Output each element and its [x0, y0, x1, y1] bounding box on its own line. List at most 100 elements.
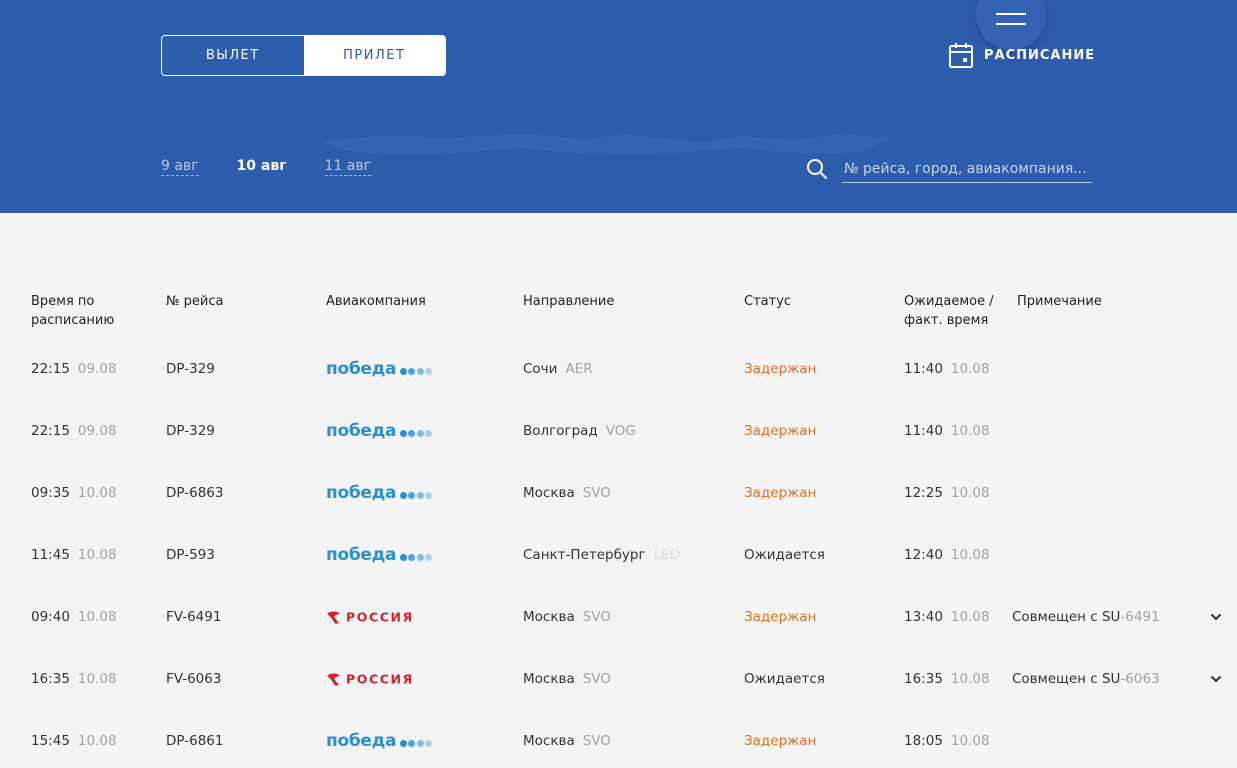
direction-code: SVO: [582, 733, 611, 749]
column-header-time-line2: расписанию: [31, 313, 115, 328]
expected-date: 10.08: [950, 547, 990, 563]
pobeda-dot: [408, 491, 416, 499]
expected-time: 16:35 10.08: [904, 671, 990, 687]
expected-time-value: 11:40: [904, 423, 943, 439]
rossiya-wing-icon: [327, 611, 340, 623]
expected-time-value: 12:40: [904, 547, 943, 563]
note-code: -6491: [1120, 609, 1160, 625]
chevron-down-icon[interactable]: [1208, 671, 1224, 687]
expected-date: 10.08: [950, 361, 990, 377]
pobeda-dot: [425, 739, 433, 747]
chevron-down-icon[interactable]: [1208, 609, 1224, 625]
direction-city: Санкт-Петербург: [523, 547, 646, 563]
table-row[interactable]: 09:40 10.08 FV-6491 РОССИЯ Москва SVO Задержан…: [0, 586, 1237, 648]
note: Совмещен с SU-6063: [1012, 671, 1160, 687]
table-row[interactable]: 22:15 09.08 DP-329 победа Сочи AER Задержан 11:…: [0, 338, 1237, 400]
direction: Москва SVO: [523, 671, 611, 687]
expected-time-value: 18:05: [904, 733, 943, 749]
airline-logo-rossiya: РОССИЯ: [326, 610, 414, 625]
pobeda-dot: [416, 491, 424, 499]
scheduled-date: 10.08: [77, 609, 117, 625]
column-header-status: Статус: [744, 294, 792, 309]
airline-logo-pobeda: победа: [326, 545, 433, 565]
pobeda-dot: [408, 367, 416, 375]
date-prev[interactable]: 9 авг: [161, 158, 199, 176]
pobeda-dot: [425, 367, 433, 375]
tab-arrival[interactable]: ПРИЛЕТ: [303, 36, 445, 75]
direction: Волгоград VOG: [523, 423, 636, 439]
date-current[interactable]: 10 авг: [237, 158, 287, 175]
status-text: Ожидается: [744, 547, 825, 563]
pobeda-dot: [408, 553, 416, 561]
pobeda-dot: [408, 739, 416, 747]
search-input[interactable]: [842, 155, 1092, 183]
flight-number: FV-6491: [166, 609, 222, 625]
rossiya-logo-text: РОССИЯ: [346, 671, 414, 687]
column-header-airline: Авиакомпания: [326, 294, 426, 309]
scheduled-time-value: 22:15: [31, 423, 70, 439]
schedule-link[interactable]: РАСПИСАНИЕ: [948, 41, 1095, 69]
note: Совмещен с SU-6491: [1012, 609, 1160, 625]
scheduled-time-value: 22:15: [31, 361, 70, 377]
column-header-direction: Направление: [523, 294, 615, 309]
scheduled-date: 10.08: [77, 671, 117, 687]
expected-date: 10.08: [950, 485, 990, 501]
direction-code: SVO: [582, 485, 611, 501]
pobeda-dots: [398, 491, 433, 499]
pobeda-dots: [398, 553, 433, 561]
flight-number: DP-329: [166, 423, 215, 439]
scheduled-date: 09.08: [77, 361, 117, 377]
date-selector: 9 авг 10 авг 11 авг: [161, 158, 371, 176]
direction: Москва SVO: [523, 733, 611, 749]
direction: Санкт-Петербург LED: [523, 547, 680, 563]
pobeda-dot: [399, 367, 407, 375]
airline-logo-pobeda: победа: [326, 421, 433, 441]
column-header-expected-line2: факт. время: [904, 313, 989, 328]
expected-time-value: 11:40: [904, 361, 943, 377]
expected-time: 12:40 10.08: [904, 547, 990, 563]
column-header-time: Время по расписанию: [31, 292, 114, 330]
scheduled-date: 10.08: [77, 485, 117, 501]
flight-number: DP-6861: [166, 733, 224, 749]
expected-time-value: 12:25: [904, 485, 943, 501]
direction-code: SVO: [582, 671, 611, 687]
pobeda-dot: [416, 739, 424, 747]
expected-date: 10.08: [950, 609, 990, 625]
status-text: Задержан: [744, 361, 817, 377]
hamburger-icon: [996, 13, 1026, 15]
pobeda-dots: [398, 367, 433, 375]
scheduled-date: 10.08: [77, 733, 117, 749]
rossiya-logo-text: РОССИЯ: [346, 609, 414, 625]
date-next[interactable]: 11 авг: [324, 158, 371, 176]
expected-time: 13:40 10.08: [904, 609, 990, 625]
pobeda-dots: [398, 429, 433, 437]
scheduled-time-value: 11:45: [31, 547, 70, 563]
table-row[interactable]: 11:45 10.08 DP-593 победа Санкт-Петербург LED…: [0, 524, 1237, 586]
schedule-label: РАСПИСАНИЕ: [984, 47, 1096, 63]
search-icon[interactable]: [806, 158, 828, 180]
scheduled-time: 22:15 09.08: [31, 361, 117, 377]
scheduled-time: 22:15 09.08: [31, 423, 117, 439]
status-text: Задержан: [744, 609, 817, 625]
expected-time: 18:05 10.08: [904, 733, 990, 749]
header-watermark: [322, 134, 890, 155]
scheduled-time: 09:40 10.08: [31, 609, 117, 625]
direction-city: Москва: [523, 671, 575, 687]
table-row[interactable]: 15:45 10.08 DP-6861 победа Москва SVO Задержан…: [0, 710, 1237, 768]
pobeda-dot: [425, 429, 433, 437]
expected-date: 10.08: [950, 733, 990, 749]
column-header-note: Примечание: [1017, 294, 1102, 309]
expected-date: 10.08: [950, 423, 990, 439]
table-row[interactable]: 16:35 10.08 FV-6063 РОССИЯ Москва SVO Ожидаетс…: [0, 648, 1237, 710]
scheduled-date: 10.08: [77, 547, 117, 563]
pobeda-dot: [399, 553, 407, 561]
table-row[interactable]: 22:15 09.08 DP-329 победа Волгоград VOG Задерж…: [0, 400, 1237, 462]
note-prefix: Совмещен с SU: [1012, 671, 1121, 687]
pobeda-dot: [399, 739, 407, 747]
tab-departure[interactable]: ВЫЛЕТ: [162, 36, 304, 75]
table-row[interactable]: 09:35 10.08 DP-6863 победа Москва SVO Задержан…: [0, 462, 1237, 524]
rossiya-wing-icon: [327, 673, 340, 685]
pobeda-dot: [408, 429, 416, 437]
direction-city: Москва: [523, 609, 575, 625]
scheduled-time: 11:45 10.08: [31, 547, 117, 563]
